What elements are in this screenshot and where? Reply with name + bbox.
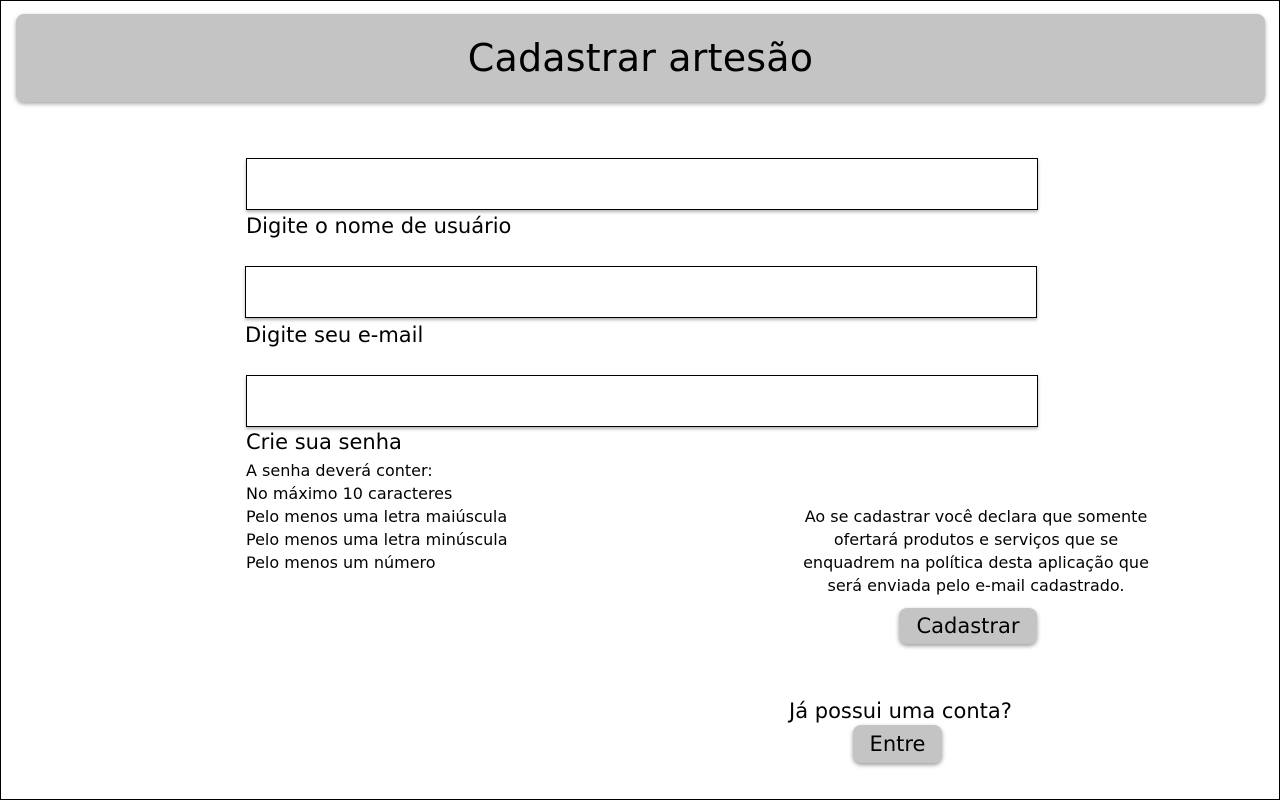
- login-button[interactable]: Entre: [853, 725, 942, 763]
- app-window: Cadastrar artesão Digite o nome de usuár…: [0, 0, 1280, 800]
- password-rules-heading: A senha deverá conter:: [246, 461, 433, 480]
- page-header: Cadastrar artesão: [16, 14, 1265, 102]
- password-rule-max-length: No máximo 10 caracteres: [246, 484, 453, 503]
- username-input[interactable]: [246, 158, 1038, 210]
- register-button[interactable]: Cadastrar: [899, 608, 1037, 644]
- username-label: Digite o nome de usuário: [246, 214, 512, 238]
- password-rule-number: Pelo menos um número: [246, 553, 436, 572]
- password-input[interactable]: [246, 375, 1038, 427]
- email-label: Digite seu e-mail: [245, 323, 424, 347]
- terms-notice-line: será enviada pelo e-mail cadastrado.: [827, 576, 1125, 595]
- password-rule-uppercase: Pelo menos uma letra maiúscula: [246, 507, 508, 526]
- password-rule-lowercase: Pelo menos uma letra minúscula: [246, 530, 508, 549]
- page-title: Cadastrar artesão: [467, 36, 814, 80]
- password-rules: A senha deverá conter: No máximo 10 cara…: [246, 459, 508, 574]
- terms-notice-line: ofertará produtos e serviços que se: [833, 530, 1119, 549]
- terms-notice-line: enquadrem na política desta aplicação qu…: [803, 553, 1149, 572]
- existing-account-question: Já possui uma conta?: [789, 699, 1012, 723]
- terms-notice-line: Ao se cadastrar você declara que somente: [804, 507, 1148, 526]
- email-input[interactable]: [245, 266, 1037, 318]
- password-label: Crie sua senha: [246, 430, 402, 454]
- terms-notice: Ao se cadastrar você declara que somente…: [801, 505, 1151, 597]
